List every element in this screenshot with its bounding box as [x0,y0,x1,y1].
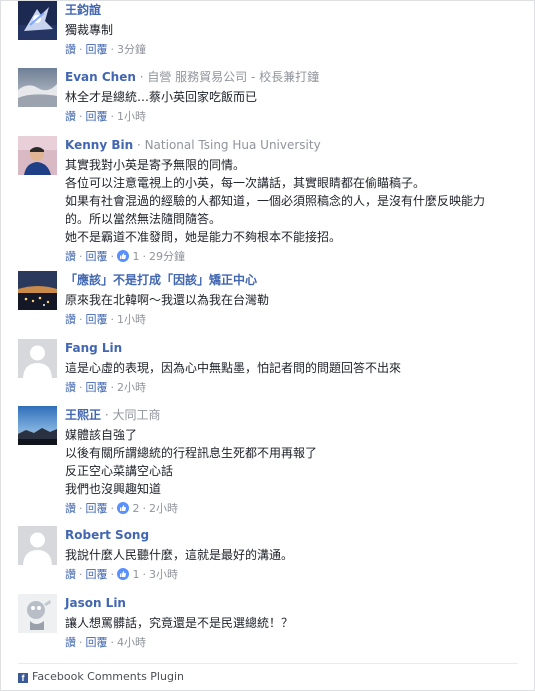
comment-timestamp[interactable]: 4小時 [117,636,146,649]
comment-author[interactable]: Jason Lin [65,596,126,610]
avatar[interactable] [18,594,57,633]
comment-text-line: 這是心虛的表現，因為心中無點墨，怕記者問的問題回答不出來 [65,361,402,375]
comment-text-line: 其實我對小英是寄予無限的同情。 [65,158,246,172]
like-button[interactable]: 讚 [65,43,76,56]
thumbs-up-icon [117,502,129,514]
reply-button[interactable]: 回覆 [86,502,108,515]
comment-timestamp[interactable]: 2小時 [149,502,178,515]
comment-text-line: 獨裁專制 [65,23,114,37]
reply-button[interactable]: 回覆 [86,43,108,56]
comment-text-line: 林全才是總統…蔡小英回家吃飯而已 [65,90,258,104]
avatar[interactable] [18,271,57,310]
comment-author[interactable]: 王熙正 [65,408,101,422]
comments-plugin: 王鈞誼 獨裁專制 讚 · 回覆 · 3分鐘 Evan Chen · 自營 服務貿易公司 … [0,0,535,691]
thumbs-up-icon [117,250,129,262]
like-count[interactable]: 2 [117,502,140,515]
like-count-value: 1 [132,568,140,581]
comment-text-line: 以後有關所謂總統的行程訊息生死都不用再報了 [65,446,318,460]
comment-timestamp[interactable]: 2小時 [117,381,146,394]
reply-button[interactable]: 回覆 [86,568,108,581]
facebook-comments-plugin-link[interactable]: Facebook Comments Plugin [32,670,184,683]
comment-timestamp[interactable]: 1小時 [117,313,146,326]
like-button[interactable]: 讚 [65,250,76,263]
avatar[interactable] [18,339,57,378]
thumbs-up-icon [117,568,129,580]
avatar[interactable] [18,526,57,565]
avatar[interactable] [18,406,57,445]
comment-author[interactable]: 「應該」不是打成「因該」矯正中心 [65,273,257,287]
comment-text-line: 媒體該自強了 [65,428,138,442]
avatar[interactable] [18,68,57,107]
author-meta-separator: · [101,408,113,422]
comment-timestamp[interactable]: 3分鐘 [117,43,146,56]
like-count[interactable]: 1 [117,250,140,263]
like-count-value: 2 [132,502,140,515]
reply-button[interactable]: 回覆 [86,110,108,123]
avatar[interactable] [18,1,57,40]
author-affiliation: 自營 服務貿易公司 - 校長兼打鐘 [147,70,320,84]
comment-text-line: 她不是霸道不准發問，她是能力不夠根本不能接招。 [65,230,342,244]
comment-timestamp[interactable]: 3小時 [149,568,178,581]
comment-timestamp[interactable]: 29分鐘 [149,250,185,263]
comment-timestamp[interactable]: 1小時 [117,110,146,123]
comment-text-line: 各位可以注意電視上的小英，每一次講話，其實眼睛都在偷瞄稿子。 [65,176,426,190]
like-button[interactable]: 讚 [65,636,76,649]
author-affiliation: 大同工商 [112,408,161,422]
author-meta-separator: · [133,138,145,152]
comment-text-line: 我說什麼人民聽什麼，這就是最好的溝通。 [65,548,294,562]
comment-author[interactable]: Fang Lin [65,341,122,355]
like-button[interactable]: 讚 [65,502,76,515]
reply-button[interactable]: 回覆 [86,636,108,649]
like-button[interactable]: 讚 [65,568,76,581]
author-affiliation: National Tsing Hua University [144,138,321,152]
comment-text-line: 原來我在北韓啊～我還以為我在台灣勒 [65,293,270,307]
comment-author[interactable]: Evan Chen [65,70,136,84]
avatar[interactable] [18,136,57,175]
comment-text-line: 的。所以當然無法隨問隨答。 [65,212,222,226]
comment-text-line: 我們也沒興趣知道 [65,482,162,496]
like-button[interactable]: 讚 [65,110,76,123]
comment-text-line: 反正空心菜講空心話 [65,464,174,478]
reply-button[interactable]: 回覆 [86,313,108,326]
comment-text-line: 讓人想罵髒話，究竟還是不是民選總統！？ [65,616,294,630]
like-button[interactable]: 讚 [65,313,76,326]
like-button[interactable]: 讚 [65,381,76,394]
comment-text-line: 如果有社會混過的經驗的人都知道，一個必須照稿念的人，是沒有什麼反映能力 [65,194,486,208]
comment-author[interactable]: Robert Song [65,528,149,542]
reply-button[interactable]: 回覆 [86,250,108,263]
author-meta-separator: · [135,70,148,84]
comment-author[interactable]: 王鈞誼 [65,3,101,17]
plugin-footer: f Facebook Comments Plugin [18,663,518,684]
like-count-value: 1 [132,250,140,263]
like-count[interactable]: 1 [117,568,140,581]
facebook-icon: f [18,673,28,683]
comment-author[interactable]: Kenny Bin [65,138,133,152]
reply-button[interactable]: 回覆 [86,381,108,394]
